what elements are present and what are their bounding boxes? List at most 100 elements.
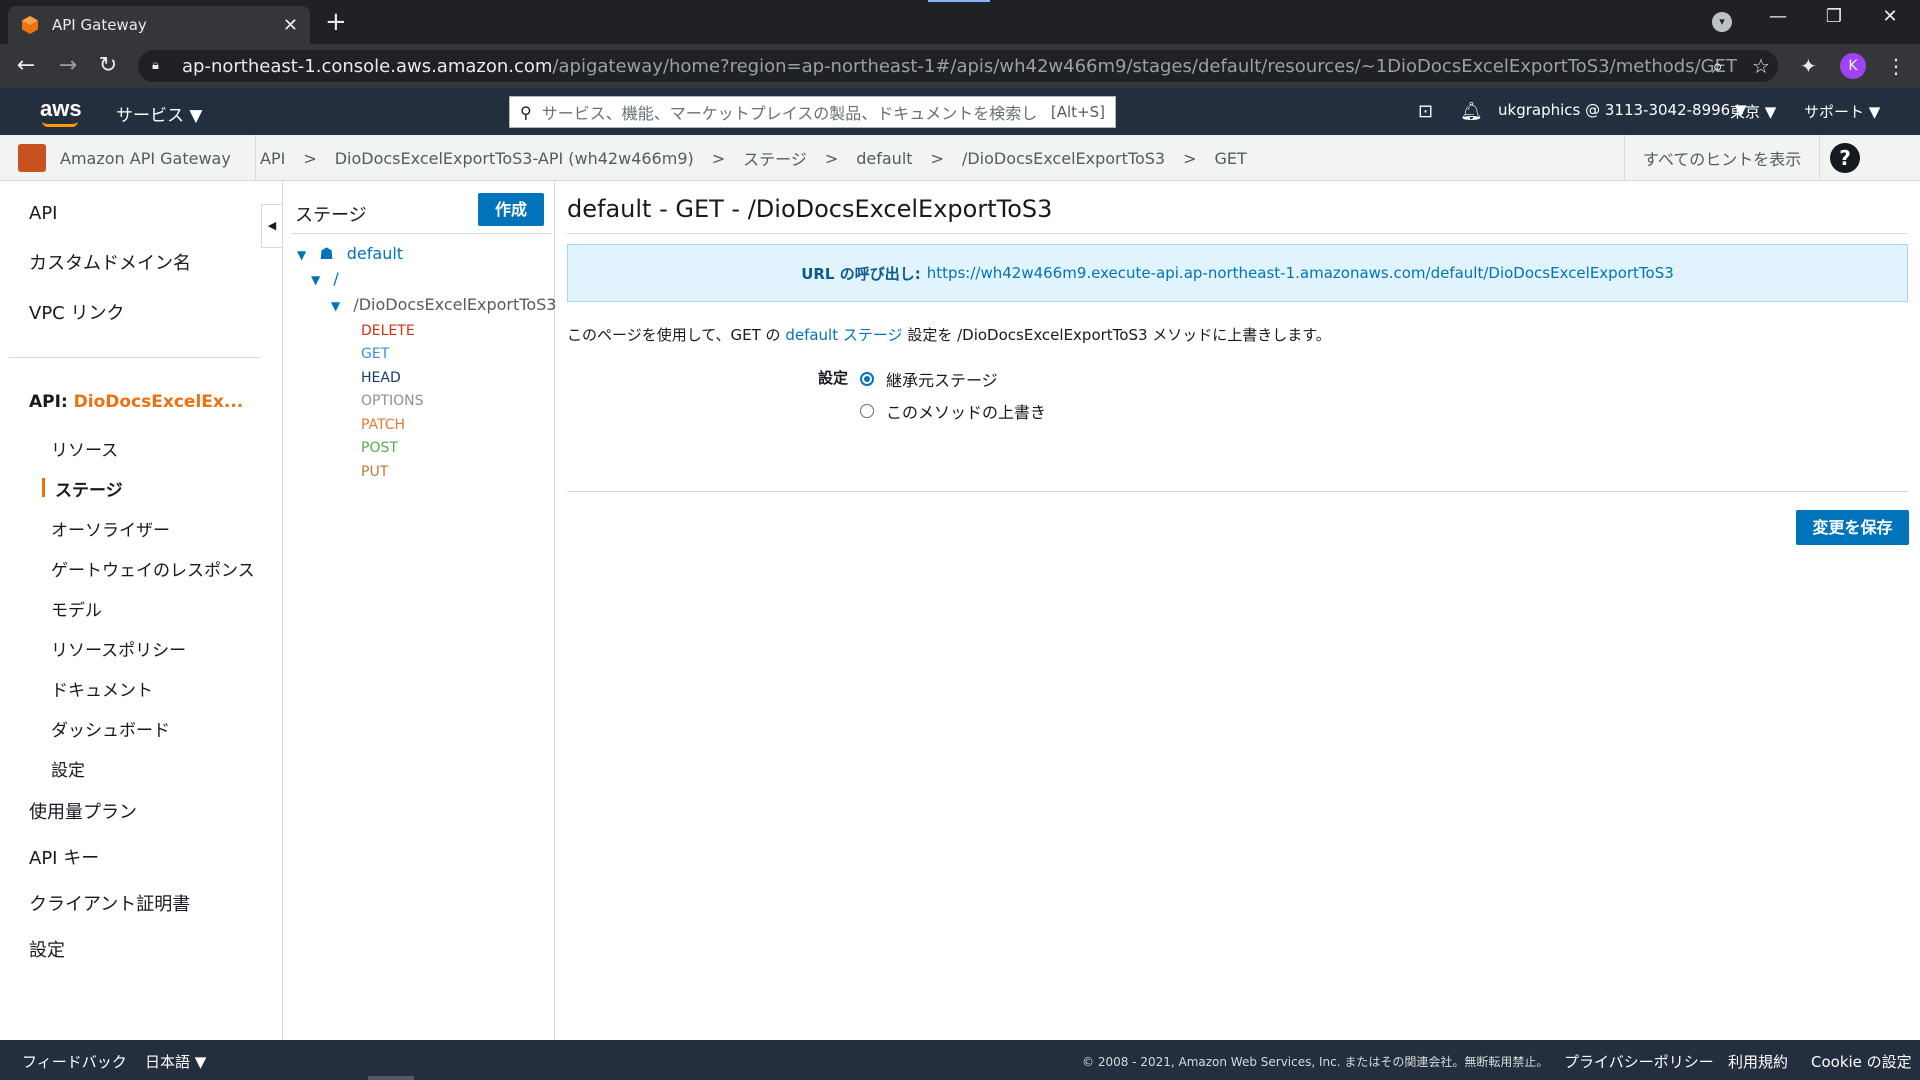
lock-icon[interactable]: 🔒︎: [152, 58, 166, 74]
breadcrumb-resource[interactable]: /DioDocsExcelExportToS3: [962, 149, 1165, 168]
feedback-link[interactable]: フィードバック: [22, 1051, 127, 1072]
desc-post: 設定を /DioDocsExcelExportToS3 メソッドに上書きします。: [902, 326, 1331, 344]
nav-gateway-responses[interactable]: ゲートウェイのレスポンス: [51, 556, 255, 581]
extensions-icon[interactable]: ✦: [1800, 52, 1817, 80]
page-title: default - GET - /DioDocsExcelExportToS3: [567, 195, 1053, 223]
main-content: default - GET - /DioDocsExcelExportToS3 …: [556, 181, 1920, 1040]
reload-icon[interactable]: ↻: [94, 52, 122, 80]
save-changes-button[interactable]: 変更を保存: [1796, 510, 1909, 545]
nav-api-keys[interactable]: API キー: [29, 844, 99, 870]
breadcrumb-api[interactable]: API: [260, 149, 285, 168]
new-tab-button[interactable]: +: [325, 6, 347, 38]
setting-label: 設定: [818, 369, 849, 387]
forward-icon[interactable]: →: [54, 52, 82, 80]
close-window-icon[interactable]: ✕: [1870, 6, 1910, 27]
services-menu[interactable]: サービス ▼: [116, 101, 202, 126]
aws-smile-icon: [42, 121, 78, 127]
radio-inherit-stage[interactable]: 継承元ステージ: [860, 367, 998, 391]
caret-down-icon[interactable]: ▼: [331, 299, 340, 313]
breadcrumb-stage[interactable]: default: [856, 149, 912, 168]
back-icon[interactable]: ←: [12, 52, 40, 80]
aws-cube-icon: [22, 16, 38, 34]
nav-api-settings[interactable]: 設定: [51, 756, 85, 781]
method-post[interactable]: POST: [361, 440, 398, 456]
nav-authorizers[interactable]: オーソライザー: [51, 516, 170, 541]
kebab-menu-icon[interactable]: ⋮: [1886, 52, 1906, 80]
nav-models[interactable]: モデル: [51, 596, 102, 621]
nav-resources[interactable]: リソース: [51, 436, 118, 461]
terms-link[interactable]: 利用規約: [1728, 1051, 1788, 1072]
method-delete[interactable]: DELETE: [361, 323, 415, 339]
tree-root[interactable]: ▼ /: [311, 269, 339, 288]
cookie-settings-link[interactable]: Cookie の設定: [1811, 1051, 1912, 1072]
caret-down-icon[interactable]: ▼: [311, 273, 320, 287]
radio-unselected-icon[interactable]: [860, 404, 874, 418]
account-menu[interactable]: ukgraphics @ 3113-3042-8996 ▼: [1498, 101, 1747, 119]
zoom-icon[interactable]: ⌕: [1712, 52, 1723, 80]
nav-current-api[interactable]: API: DioDocsExcelEx...: [29, 392, 243, 412]
aws-logo[interactable]: aws: [40, 96, 82, 122]
console-footer: フィードバック 日本語 ▼ © 2008 - 2021, Amazon Web …: [0, 1040, 1920, 1080]
language-selector[interactable]: 日本語 ▼: [145, 1051, 206, 1072]
nav-usage-plans[interactable]: 使用量プラン: [29, 798, 137, 824]
resource-path: /DioDocsExcelExportToS3: [353, 295, 557, 314]
nav-dashboard[interactable]: ダッシュボード: [51, 716, 170, 741]
nav-settings[interactable]: 設定: [29, 936, 65, 962]
nav-documentation[interactable]: ドキュメント: [51, 676, 153, 701]
create-stage-button[interactable]: 作成: [478, 193, 544, 226]
tree-resource[interactable]: ▼ /DioDocsExcelExportToS3: [331, 295, 556, 314]
nav-resource-policy[interactable]: リソースポリシー: [51, 636, 186, 661]
collapse-tree-button[interactable]: ◀: [261, 204, 282, 248]
breadcrumb-api-name[interactable]: DioDocsExcelExportToS3-API (wh42w466m9): [335, 149, 694, 168]
nav-custom-domain[interactable]: カスタムドメイン名: [29, 249, 191, 275]
help-icon[interactable]: ?: [1830, 143, 1860, 173]
url-path: /apigateway/home?region=ap-northeast-1#/…: [552, 55, 1737, 77]
method-head[interactable]: HEAD: [361, 370, 401, 386]
override-description: このページを使用して、GET の default ステージ 設定を /DioDo…: [567, 324, 1331, 345]
bookmark-star-icon[interactable]: ☆: [1752, 52, 1770, 80]
console-search[interactable]: ⚲ サービス、機能、マーケットプレイスの製品、ドキュメントを検索し [Alt+S…: [509, 96, 1116, 128]
nav-vpc-link[interactable]: VPC リンク: [29, 299, 124, 325]
show-all-hints-button[interactable]: すべてのヒントを表示: [1624, 135, 1821, 181]
caret-down-icon[interactable]: ▼: [297, 248, 306, 262]
default-stage-link[interactable]: default ステージ: [785, 326, 902, 344]
privacy-link[interactable]: プライバシーポリシー: [1564, 1051, 1714, 1072]
method-get[interactable]: GET: [361, 346, 389, 362]
bell-icon[interactable]: 🔔︎: [1460, 101, 1483, 122]
tab-search-icon[interactable]: ▾: [1712, 12, 1732, 32]
method-put[interactable]: PUT: [361, 464, 388, 480]
invoke-url-box: URL の呼び出し: https://wh42w466m9.execute-ap…: [567, 244, 1908, 302]
close-tab-icon[interactable]: ✕: [283, 15, 298, 36]
nav-api[interactable]: API: [29, 203, 57, 224]
horizontal-scrollbar[interactable]: [368, 1076, 414, 1080]
api-prefix: API:: [29, 392, 74, 412]
breadcrumb-sep: >: [711, 148, 726, 168]
tree-title: ステージ: [295, 205, 367, 226]
radio-inherit-label: 継承元ステージ: [886, 371, 998, 390]
radio-override-method[interactable]: このメソッドの上書き: [860, 399, 1046, 423]
tab-title: API Gateway: [52, 16, 147, 34]
minimize-icon[interactable]: —: [1758, 6, 1798, 27]
address-bar[interactable]: 🔒︎ ap-northeast-1.console.aws.amazon.com…: [138, 50, 1778, 82]
stage-name: default: [346, 244, 404, 263]
restore-icon[interactable]: ❐: [1814, 6, 1854, 27]
browser-tab[interactable]: API Gateway ✕: [8, 6, 310, 44]
invoke-url-link[interactable]: https://wh42w466m9.execute-api.ap-northe…: [927, 264, 1674, 282]
method-options[interactable]: OPTIONS: [361, 393, 424, 409]
nav-stages[interactable]: ステージ: [55, 476, 123, 501]
support-menu[interactable]: サポート ▼: [1804, 101, 1880, 122]
nav-client-certs[interactable]: クライアント証明書: [29, 890, 190, 916]
breadcrumb-stages[interactable]: ステージ: [743, 146, 807, 170]
region-menu[interactable]: 東京 ▼: [1730, 101, 1776, 122]
profile-avatar[interactable]: K: [1840, 53, 1866, 79]
service-home[interactable]: Amazon API Gateway: [18, 135, 256, 181]
browser-toolbar: ← → ↻ 🔒︎ ap-northeast-1.console.aws.amaz…: [0, 44, 1920, 88]
search-input[interactable]: サービス、機能、マーケットプレイスの製品、ドキュメントを検索し: [542, 100, 1051, 124]
radio-selected-icon[interactable]: [860, 372, 874, 386]
tree-stage-default[interactable]: ▼ ☗ default: [297, 244, 403, 263]
method-patch[interactable]: PATCH: [361, 417, 405, 433]
cloudshell-icon[interactable]: ⊡: [1418, 101, 1433, 122]
nav-divider: [9, 357, 260, 358]
browser-tabbar: API Gateway ✕ + ▾ — ❐ ✕: [0, 0, 1920, 44]
stage-icon: ☗: [319, 244, 334, 263]
